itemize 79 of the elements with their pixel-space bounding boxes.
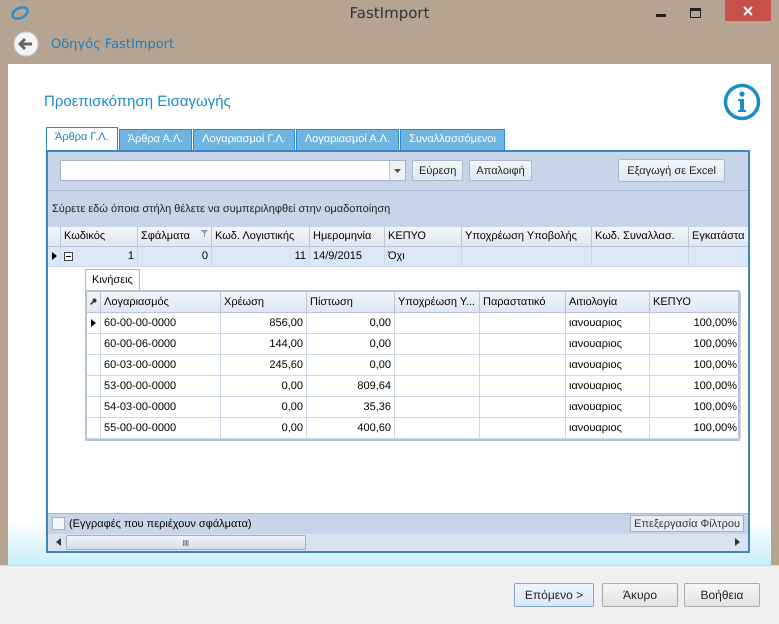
horizontal-scrollbar[interactable] bbox=[48, 534, 748, 551]
filter-icon[interactable] bbox=[201, 230, 208, 237]
page-heading: Προεπισκόπηση Εισαγωγής bbox=[44, 93, 231, 110]
table-cell: 54-03-00-0000 bbox=[101, 396, 221, 418]
row-indicator[interactable] bbox=[87, 312, 101, 334]
table-cell: 60-00-00-0000 bbox=[101, 312, 221, 334]
close-icon bbox=[743, 6, 753, 16]
scrollbar-thumb[interactable] bbox=[66, 535, 306, 550]
export-excel-button[interactable]: Εξαγωγή σε Excel bbox=[618, 159, 725, 182]
dropdown-arrow-icon bbox=[394, 168, 401, 173]
column-header[interactable]: ΚΕΠΥΟ bbox=[650, 292, 741, 313]
table-cell: 0,00 bbox=[307, 354, 395, 376]
table-cell: 35,36 bbox=[307, 396, 395, 418]
table-cell: 100,00% bbox=[650, 376, 741, 397]
table-cell: 809,64 bbox=[307, 376, 395, 397]
tab[interactable]: Άρθρα Γ.Λ. bbox=[46, 126, 118, 150]
table-cell: 0,00 bbox=[221, 418, 307, 439]
detail-tab[interactable]: Κινήσεις bbox=[85, 268, 140, 290]
table-cell: 0 bbox=[138, 246, 212, 267]
table-cell: 100,00% bbox=[650, 312, 741, 334]
table-cell: 0,00 bbox=[307, 312, 395, 334]
table-cell: 100,00% bbox=[650, 334, 741, 355]
maximize-icon[interactable] bbox=[690, 8, 701, 18]
column-header[interactable]: Λογαριασμός bbox=[101, 292, 221, 313]
checkbox[interactable] bbox=[52, 517, 65, 530]
column-header[interactable]: Χρέωση bbox=[221, 292, 307, 313]
back-icon[interactable] bbox=[13, 31, 39, 58]
group-panel-hint: Σύρετε εδώ όποια στήλη θέλετε να συμπεριληφθεί στην ομαδοποίηση bbox=[52, 202, 390, 215]
column-chooser-header[interactable] bbox=[87, 292, 101, 313]
table-cell: ιανουαριος bbox=[566, 418, 650, 439]
app-icon bbox=[10, 4, 30, 21]
table-cell: 60-00-06-0000 bbox=[101, 334, 221, 355]
table-cell: 144,00 bbox=[221, 334, 307, 355]
table-cell: 245,60 bbox=[221, 354, 307, 376]
table-cell: 11 bbox=[212, 246, 310, 267]
table-cell: 100,00% bbox=[650, 354, 741, 376]
table-cell: 14/9/2015 bbox=[310, 246, 385, 267]
table-cell: Όχι bbox=[385, 246, 462, 267]
info-icon[interactable] bbox=[723, 82, 761, 121]
table-cell: 100,00% bbox=[650, 396, 741, 418]
table-cell: ιανουαριος bbox=[566, 334, 650, 355]
dialog-button[interactable]: Βοήθεια bbox=[684, 583, 760, 608]
table-cell: ιανουαριος bbox=[566, 376, 650, 397]
scroll-right-icon[interactable] bbox=[735, 538, 740, 546]
edit-filter-button[interactable]: Επεξεργασία Φίλτρου bbox=[630, 515, 744, 532]
table-cell: 400,60 bbox=[307, 418, 395, 439]
column-header[interactable]: Αιτιολογία bbox=[566, 292, 650, 313]
table-cell: ιανουαριος bbox=[566, 396, 650, 418]
table-cell: ιανουαριος bbox=[566, 312, 650, 334]
search-combo[interactable] bbox=[60, 160, 406, 182]
current-row-icon bbox=[52, 252, 56, 260]
table-cell: 100,00% bbox=[650, 418, 741, 439]
column-header[interactable]: Πίστωση bbox=[307, 292, 395, 313]
scroll-left-icon[interactable] bbox=[56, 538, 61, 546]
table-cell: ιανουαριος bbox=[566, 354, 650, 376]
find-button[interactable]: Εύρεση bbox=[412, 160, 464, 182]
row-indicator[interactable] bbox=[48, 246, 61, 267]
grip-icon bbox=[183, 540, 189, 546]
current-row-icon bbox=[91, 318, 96, 327]
table-cell: 1 bbox=[61, 246, 138, 267]
table-cell: 0,00 bbox=[221, 396, 307, 418]
checkbox-label: (Εγγραφές που περιέχουν σφάλματα) bbox=[69, 518, 252, 530]
clear-button[interactable]: Απαλοιφή bbox=[469, 160, 532, 182]
search-icon bbox=[90, 298, 97, 306]
dialog-button[interactable]: Επόμενο > bbox=[514, 583, 594, 608]
table-cell: 53-00-00-0000 bbox=[101, 376, 221, 397]
window-title: FastImport bbox=[350, 4, 430, 22]
table-cell: 856,00 bbox=[221, 312, 307, 334]
column-header[interactable]: Υποχρέωση Υ... bbox=[395, 292, 480, 313]
table-cell: 55-00-00-0000 bbox=[101, 418, 221, 439]
minimize-icon[interactable] bbox=[656, 14, 666, 18]
close-button[interactable] bbox=[725, 0, 771, 21]
table-cell: 0,00 bbox=[221, 376, 307, 397]
table-cell: 60-03-00-0000 bbox=[101, 354, 221, 376]
dialog-button[interactable]: Άκυρο bbox=[602, 583, 678, 608]
wizard-title: Οδηγός FastImport bbox=[51, 36, 174, 52]
table-cell: 0,00 bbox=[307, 334, 395, 355]
collapse-icon[interactable] bbox=[64, 252, 73, 261]
column-header[interactable]: Παραστατικό bbox=[480, 292, 566, 313]
